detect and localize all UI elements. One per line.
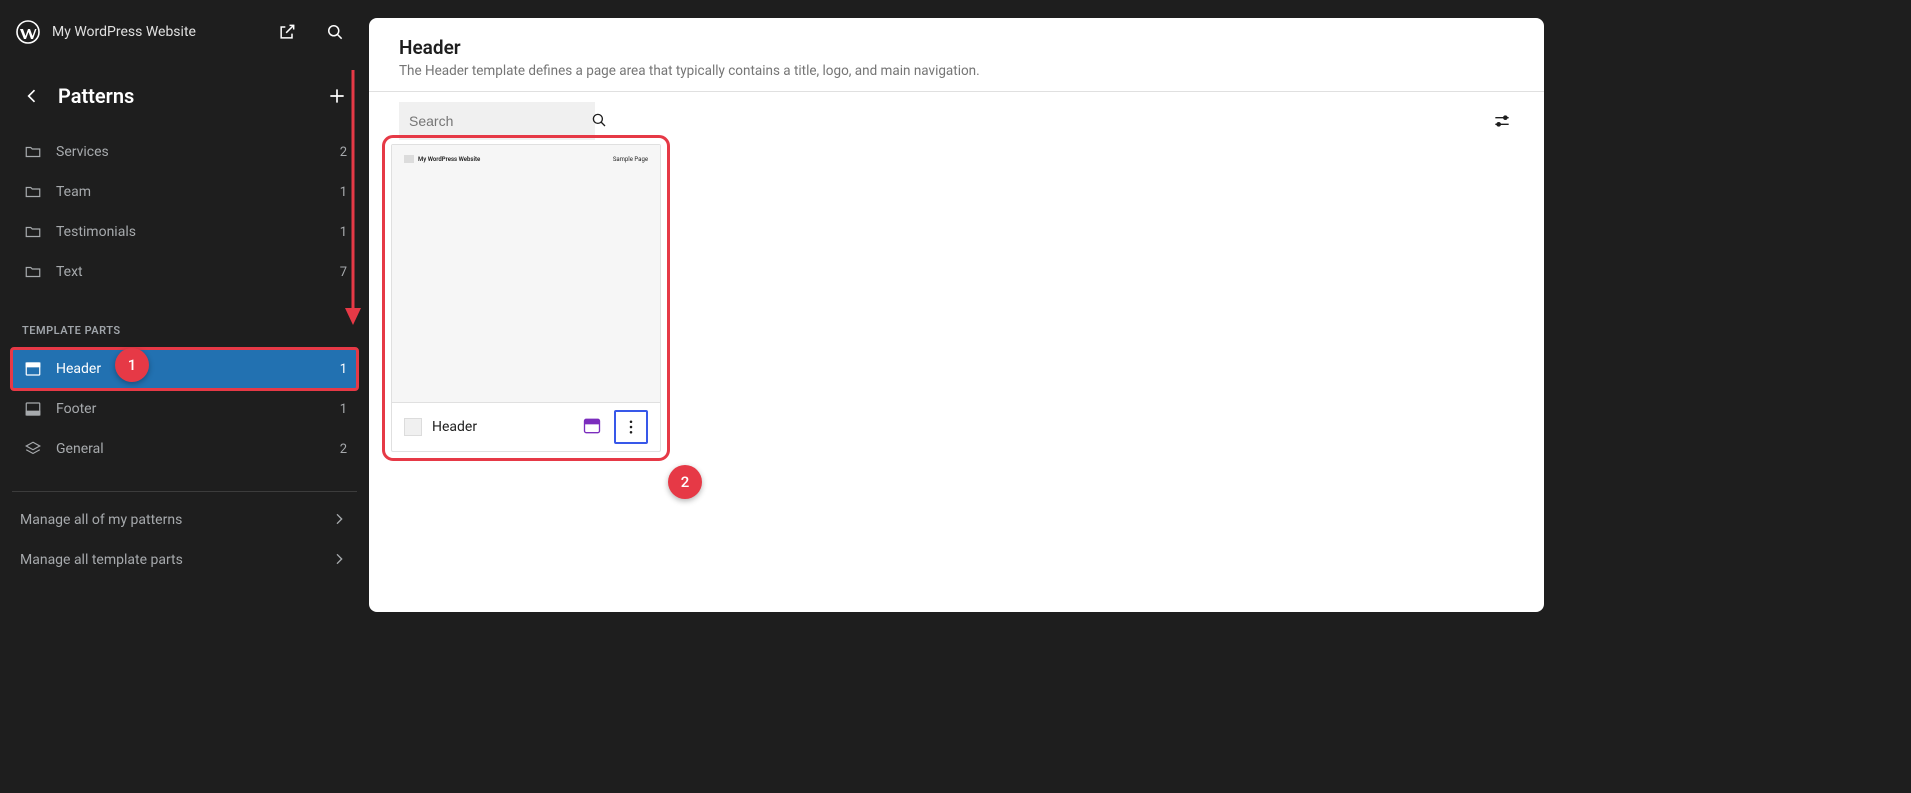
sidebar-item-label: Services: [56, 144, 340, 160]
section-title: Patterns: [58, 84, 311, 108]
sidebar-item-label: Team: [56, 184, 340, 200]
sidebar-item-count: 2: [340, 442, 347, 457]
sidebar-item-count: 7: [340, 265, 347, 280]
search-icon: [590, 111, 608, 131]
preview-site-title: My WordPress Website: [418, 156, 480, 163]
sidebar-item-text[interactable]: Text 7: [12, 252, 357, 292]
manage-label: Manage all of my patterns: [20, 512, 331, 528]
sidebar: My WordPress Website Patterns Servic: [0, 0, 369, 630]
folder-icon: [22, 141, 44, 163]
content-description: The Header template defines a page area …: [399, 63, 1514, 79]
template-parts-list: Header 1 Footer 1 General 2: [0, 345, 369, 473]
folder-icon: [22, 181, 44, 203]
content-header: Header The Header template defines a pag…: [369, 18, 1544, 92]
footer-icon: [22, 398, 44, 420]
content-panel: Header The Header template defines a pag…: [369, 18, 1544, 612]
filter-button[interactable]: [1490, 109, 1514, 133]
preview-nav-link: Sample Page: [613, 156, 648, 163]
manage-label: Manage all template parts: [20, 552, 331, 568]
template-card-label: Header: [432, 419, 572, 435]
sidebar-item-count: 1: [340, 402, 347, 417]
preview-header: My WordPress Website Sample Page: [404, 155, 648, 163]
divider: [12, 491, 357, 492]
sidebar-item-label: Text: [56, 264, 340, 280]
app-root: My WordPress Website Patterns Servic: [0, 0, 1556, 630]
folder-icon: [22, 261, 44, 283]
chevron-right-icon: [331, 551, 349, 569]
content-body: My WordPress Website Sample Page Header: [369, 150, 1544, 612]
preview-logo-icon: [404, 155, 414, 163]
add-pattern-button[interactable]: [323, 82, 351, 110]
template-card-footer: Header: [392, 403, 660, 451]
sidebar-item-label: Testimonials: [56, 224, 340, 240]
template-preview: My WordPress Website Sample Page: [392, 145, 660, 403]
sidebar-item-footer[interactable]: Footer 1: [12, 389, 357, 429]
sidebar-item-label: General: [56, 441, 340, 457]
template-card[interactable]: My WordPress Website Sample Page Header: [391, 144, 661, 452]
template-part-icon: [582, 416, 604, 438]
template-parts-heading: TEMPLATE PARTS: [0, 296, 369, 345]
template-checkbox[interactable]: [404, 418, 422, 436]
sidebar-item-count: 1: [340, 185, 347, 200]
manage-template-parts[interactable]: Manage all template parts: [0, 540, 369, 580]
sidebar-top-bar: My WordPress Website: [0, 0, 369, 64]
open-site-icon[interactable]: [269, 14, 305, 50]
sidebar-item-label: Header: [56, 361, 340, 377]
sidebar-item-count: 2: [340, 145, 347, 160]
header-icon: [22, 358, 44, 380]
search-box[interactable]: [399, 102, 595, 140]
pattern-category-list: Services 2 Team 1 Testimonials 1: [0, 128, 369, 296]
sidebar-item-count: 1: [340, 362, 347, 377]
sidebar-item-testimonials[interactable]: Testimonials 1: [12, 212, 357, 252]
search-input[interactable]: [409, 113, 590, 129]
content-title: Header: [399, 36, 1514, 59]
manage-my-patterns[interactable]: Manage all of my patterns: [0, 500, 369, 540]
section-head: Patterns: [0, 64, 369, 128]
sidebar-item-label: Footer: [56, 401, 340, 417]
content-toolbar: [369, 92, 1544, 150]
sidebar-item-services[interactable]: Services 2: [12, 132, 357, 172]
sidebar-item-count: 1: [340, 225, 347, 240]
sidebar-item-team[interactable]: Team 1: [12, 172, 357, 212]
site-name[interactable]: My WordPress Website: [52, 24, 257, 40]
folder-icon: [22, 221, 44, 243]
search-icon[interactable]: [317, 14, 353, 50]
template-actions-button[interactable]: [614, 410, 648, 444]
wordpress-logo-icon[interactable]: [16, 20, 40, 44]
chevron-right-icon: [331, 511, 349, 529]
sidebar-item-general[interactable]: General 2: [12, 429, 357, 469]
back-button[interactable]: [18, 82, 46, 110]
layers-icon: [22, 438, 44, 460]
sidebar-item-header[interactable]: Header 1: [12, 349, 357, 389]
